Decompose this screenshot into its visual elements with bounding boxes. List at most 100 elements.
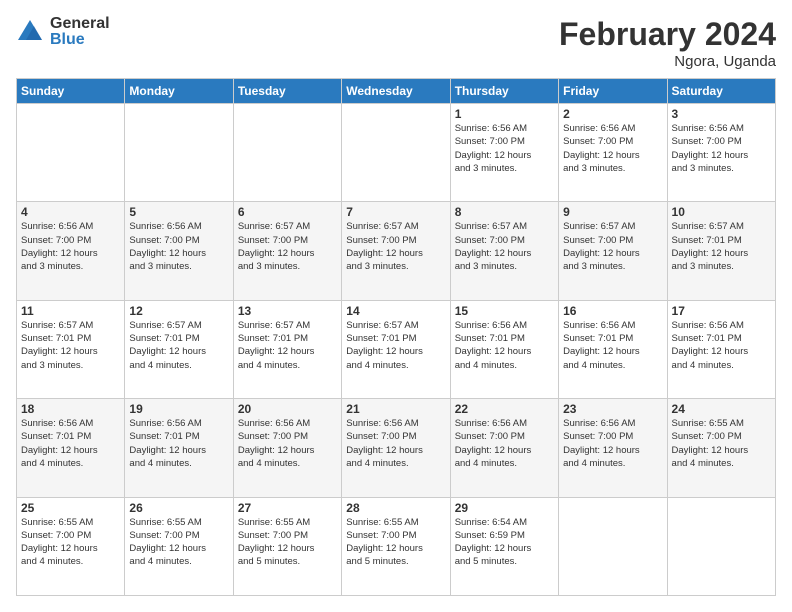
week-row-0: 1 Sunrise: 6:56 AM Sunset: 7:00 PM Daylig… xyxy=(17,104,776,202)
header-saturday: Saturday xyxy=(667,79,775,104)
day-cell: 21Sunrise: 6:56 AM Sunset: 7:00 PM Dayli… xyxy=(342,399,450,497)
day-cell: 10Sunrise: 6:57 AM Sunset: 7:01 PM Dayli… xyxy=(667,202,775,300)
week-row-1: 4Sunrise: 6:56 AM Sunset: 7:00 PM Daylig… xyxy=(17,202,776,300)
day-number: 13 xyxy=(238,304,337,318)
day-info: Sunrise: 6:56 AM Sunset: 7:00 PM Dayligh… xyxy=(455,417,554,470)
day-info: Sunrise: 6:57 AM Sunset: 7:01 PM Dayligh… xyxy=(129,319,228,372)
day-info: Sunrise: 6:56 AM Sunset: 7:01 PM Dayligh… xyxy=(129,417,228,470)
day-cell xyxy=(342,104,450,202)
day-info: Sunrise: 6:56 AM Sunset: 7:00 PM Dayligh… xyxy=(672,122,771,175)
day-cell: 24Sunrise: 6:55 AM Sunset: 7:00 PM Dayli… xyxy=(667,399,775,497)
day-info: Sunrise: 6:54 AM Sunset: 6:59 PM Dayligh… xyxy=(455,516,554,569)
day-number: 28 xyxy=(346,501,445,515)
day-number: 29 xyxy=(455,501,554,515)
day-cell: 25Sunrise: 6:55 AM Sunset: 7:00 PM Dayli… xyxy=(17,497,125,595)
day-info: Sunrise: 6:55 AM Sunset: 7:00 PM Dayligh… xyxy=(346,516,445,569)
day-info: Sunrise: 6:56 AM Sunset: 7:01 PM Dayligh… xyxy=(672,319,771,372)
day-number: 19 xyxy=(129,402,228,416)
day-cell: 2Sunrise: 6:56 AM Sunset: 7:00 PM Daylig… xyxy=(559,104,667,202)
day-cell: 16Sunrise: 6:56 AM Sunset: 7:01 PM Dayli… xyxy=(559,300,667,398)
day-number: 6 xyxy=(238,205,337,219)
header-thursday: Thursday xyxy=(450,79,558,104)
day-info: Sunrise: 6:56 AM Sunset: 7:00 PM Dayligh… xyxy=(346,417,445,470)
day-number: 20 xyxy=(238,402,337,416)
day-cell: 4Sunrise: 6:56 AM Sunset: 7:00 PM Daylig… xyxy=(17,202,125,300)
header-monday: Monday xyxy=(125,79,233,104)
day-cell: 8Sunrise: 6:57 AM Sunset: 7:00 PM Daylig… xyxy=(450,202,558,300)
day-number: 7 xyxy=(346,205,445,219)
day-cell: 20Sunrise: 6:56 AM Sunset: 7:00 PM Dayli… xyxy=(233,399,341,497)
day-cell: 7Sunrise: 6:57 AM Sunset: 7:00 PM Daylig… xyxy=(342,202,450,300)
day-number: 4 xyxy=(21,205,120,219)
calendar-subtitle: Ngora, Uganda xyxy=(559,53,776,70)
day-number: 27 xyxy=(238,501,337,515)
calendar-title: February 2024 xyxy=(559,16,776,53)
day-number: 23 xyxy=(563,402,662,416)
day-cell: 15Sunrise: 6:56 AM Sunset: 7:01 PM Dayli… xyxy=(450,300,558,398)
day-cell: 14Sunrise: 6:57 AM Sunset: 7:01 PM Dayli… xyxy=(342,300,450,398)
day-number: 2 xyxy=(563,107,662,121)
day-cell: 27Sunrise: 6:55 AM Sunset: 7:00 PM Dayli… xyxy=(233,497,341,595)
day-info: Sunrise: 6:55 AM Sunset: 7:00 PM Dayligh… xyxy=(129,516,228,569)
day-info: Sunrise: 6:56 AM Sunset: 7:00 PM Dayligh… xyxy=(238,417,337,470)
page: General Blue February 2024 Ngora, Uganda… xyxy=(0,0,792,612)
day-cell: 1Sunrise: 6:56 AM Sunset: 7:00 PM Daylig… xyxy=(450,104,558,202)
day-info: Sunrise: 6:56 AM Sunset: 7:01 PM Dayligh… xyxy=(21,417,120,470)
day-number: 9 xyxy=(563,205,662,219)
day-cell: 3Sunrise: 6:56 AM Sunset: 7:00 PM Daylig… xyxy=(667,104,775,202)
day-info: Sunrise: 6:57 AM Sunset: 7:00 PM Dayligh… xyxy=(563,220,662,273)
day-info: Sunrise: 6:56 AM Sunset: 7:00 PM Dayligh… xyxy=(563,417,662,470)
day-info: Sunrise: 6:56 AM Sunset: 7:01 PM Dayligh… xyxy=(455,319,554,372)
calendar-body: 1 Sunrise: 6:56 AM Sunset: 7:00 PM Daylig… xyxy=(17,104,776,596)
logo-icon xyxy=(16,18,44,46)
header-row: SundayMondayTuesdayWednesdayThursdayFrid… xyxy=(17,79,776,104)
day-cell xyxy=(233,104,341,202)
day-number: 10 xyxy=(672,205,771,219)
day-number: 5 xyxy=(129,205,228,219)
day-number: 22 xyxy=(455,402,554,416)
day-cell: 26Sunrise: 6:55 AM Sunset: 7:00 PM Dayli… xyxy=(125,497,233,595)
day-cell xyxy=(667,497,775,595)
header: General Blue February 2024 Ngora, Uganda xyxy=(16,16,776,70)
week-row-2: 11Sunrise: 6:57 AM Sunset: 7:01 PM Dayli… xyxy=(17,300,776,398)
day-info: Sunrise: 6:55 AM Sunset: 7:00 PM Dayligh… xyxy=(238,516,337,569)
day-number: 26 xyxy=(129,501,228,515)
calendar-header: SundayMondayTuesdayWednesdayThursdayFrid… xyxy=(17,79,776,104)
day-number: 3 xyxy=(672,107,771,121)
title-block: February 2024 Ngora, Uganda xyxy=(559,16,776,70)
day-info: Sunrise: 6:57 AM Sunset: 7:01 PM Dayligh… xyxy=(238,319,337,372)
day-info: Sunrise: 6:57 AM Sunset: 7:01 PM Dayligh… xyxy=(21,319,120,372)
day-cell: 23Sunrise: 6:56 AM Sunset: 7:00 PM Dayli… xyxy=(559,399,667,497)
day-info: Sunrise: 6:56 AM Sunset: 7:00 PM Dayligh… xyxy=(563,122,662,175)
day-number: 14 xyxy=(346,304,445,318)
day-info: Sunrise: 6:57 AM Sunset: 7:00 PM Dayligh… xyxy=(455,220,554,273)
day-number: 11 xyxy=(21,304,120,318)
day-cell: 17Sunrise: 6:56 AM Sunset: 7:01 PM Dayli… xyxy=(667,300,775,398)
day-number: 21 xyxy=(346,402,445,416)
day-number: 17 xyxy=(672,304,771,318)
day-cell: 29Sunrise: 6:54 AM Sunset: 6:59 PM Dayli… xyxy=(450,497,558,595)
week-row-3: 18Sunrise: 6:56 AM Sunset: 7:01 PM Dayli… xyxy=(17,399,776,497)
day-number: 25 xyxy=(21,501,120,515)
day-cell: 28Sunrise: 6:55 AM Sunset: 7:00 PM Dayli… xyxy=(342,497,450,595)
day-cell: 22Sunrise: 6:56 AM Sunset: 7:00 PM Dayli… xyxy=(450,399,558,497)
day-info: Sunrise: 6:55 AM Sunset: 7:00 PM Dayligh… xyxy=(672,417,771,470)
day-number: 1 xyxy=(455,107,554,121)
day-info: Sunrise: 6:55 AM Sunset: 7:00 PM Dayligh… xyxy=(21,516,120,569)
logo-general: General xyxy=(50,16,110,32)
header-tuesday: Tuesday xyxy=(233,79,341,104)
day-info: Sunrise: 6:56 AM Sunset: 7:01 PM Dayligh… xyxy=(563,319,662,372)
day-info: Sunrise: 6:57 AM Sunset: 7:00 PM Dayligh… xyxy=(346,220,445,273)
header-sunday: Sunday xyxy=(17,79,125,104)
header-friday: Friday xyxy=(559,79,667,104)
day-cell xyxy=(125,104,233,202)
day-cell: 5Sunrise: 6:56 AM Sunset: 7:00 PM Daylig… xyxy=(125,202,233,300)
day-cell: 11Sunrise: 6:57 AM Sunset: 7:01 PM Dayli… xyxy=(17,300,125,398)
calendar-table: SundayMondayTuesdayWednesdayThursdayFrid… xyxy=(16,78,776,596)
day-cell: 6Sunrise: 6:57 AM Sunset: 7:00 PM Daylig… xyxy=(233,202,341,300)
day-number: 16 xyxy=(563,304,662,318)
day-cell: 18Sunrise: 6:56 AM Sunset: 7:01 PM Dayli… xyxy=(17,399,125,497)
day-number: 15 xyxy=(455,304,554,318)
header-wednesday: Wednesday xyxy=(342,79,450,104)
day-number: 8 xyxy=(455,205,554,219)
